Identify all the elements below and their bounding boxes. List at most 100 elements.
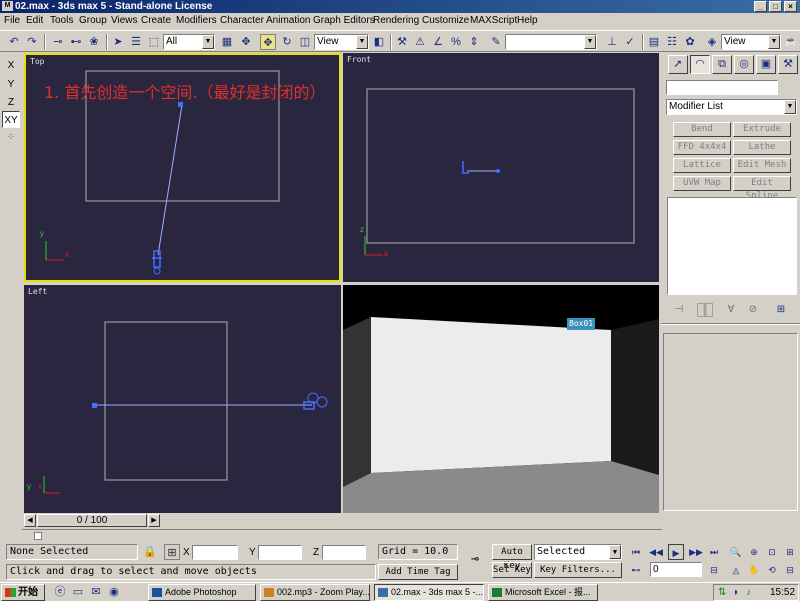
schematic-view-icon[interactable]: ☷ (664, 34, 680, 50)
window-crossing-icon[interactable]: ▦ (219, 34, 235, 50)
pan-icon[interactable]: ✋ (746, 562, 762, 578)
snaps-toggle-icon[interactable]: ⚠ (412, 34, 428, 50)
modifier-button-uvw-map[interactable]: UVW Map (673, 176, 731, 191)
maximize-viewport-icon[interactable]: ⊟ (782, 562, 798, 578)
bind-space-warp-icon[interactable]: ❀ (86, 34, 102, 50)
menu-animation[interactable]: Animation (266, 14, 310, 28)
menu-graph-editors[interactable]: Graph Editors (313, 14, 375, 28)
select-and-move-icon[interactable]: ✥ (238, 34, 254, 50)
key-icon[interactable]: ⊸ (461, 549, 489, 573)
select-and-move-active-icon[interactable]: ✥ (260, 34, 276, 50)
hierarchy-tab-icon[interactable]: ⧉ (712, 55, 732, 74)
close-button[interactable]: × (784, 1, 797, 12)
undo-icon[interactable]: ↶ (6, 34, 22, 50)
viewport-left[interactable]: Left y x (24, 285, 341, 513)
task-excel[interactable]: Microsoft Excel - 报... (488, 584, 598, 601)
track-bar-key[interactable] (34, 532, 42, 540)
start-button[interactable]: 开始 (1, 584, 45, 601)
modifier-button-lattice[interactable]: Lattice (673, 158, 731, 173)
task-zoom-player[interactable]: 002.mp3 - Zoom Play... (260, 584, 370, 601)
modifier-button-extrude[interactable]: Extrude (733, 122, 791, 137)
create-tab-icon[interactable]: ➚ (668, 55, 688, 74)
zoom-icon[interactable]: 🔍 (728, 544, 744, 560)
select-and-link-icon[interactable]: ⊸ (50, 34, 66, 50)
named-selection-sets-dropdown[interactable]: ▼ (505, 34, 597, 50)
3ds-max-icon[interactable]: M (2, 1, 13, 11)
configure-modifier-sets-icon[interactable]: ⊞ (773, 303, 789, 317)
axis-y-button[interactable]: Y (2, 76, 20, 93)
make-unique-icon[interactable]: ∀ (723, 303, 739, 317)
select-and-rotate-icon[interactable]: ↻ (279, 34, 295, 50)
time-slider-thumb[interactable]: 0 / 100 (37, 514, 147, 527)
media-player-icon[interactable]: ◉ (106, 584, 122, 600)
axis-z-button[interactable]: Z (2, 94, 20, 111)
go-to-end-icon[interactable]: ⏭ (706, 544, 722, 560)
render-scene-icon[interactable]: ◈ (704, 34, 720, 50)
utilities-tab-icon[interactable]: ⚒ (778, 55, 798, 74)
go-to-start-icon[interactable]: ⏮ (628, 544, 644, 560)
display-tab-icon[interactable]: ▣ (756, 55, 776, 74)
percent-snap-icon[interactable]: % (448, 34, 464, 50)
z-coordinate-field[interactable] (322, 545, 366, 560)
axis-x-button[interactable]: X (2, 57, 20, 74)
mirror-icon[interactable]: ⊥ (604, 34, 620, 50)
time-configuration-icon[interactable]: ⊟ (706, 562, 722, 578)
current-frame-field[interactable]: 0 (650, 562, 702, 577)
time-slider-next-icon[interactable]: ▶ (148, 514, 160, 527)
unlink-icon[interactable]: ⊷ (68, 34, 84, 50)
minimize-button[interactable]: _ (754, 1, 767, 12)
reference-coordinate-dropdown[interactable]: View ▼ (314, 34, 369, 50)
internet-explorer-icon[interactable]: ⓔ (52, 584, 68, 600)
modifier-button-lathe[interactable]: Lathe (733, 140, 791, 155)
select-and-scale-icon[interactable]: ◫ (297, 34, 313, 50)
menu-tools[interactable]: Tools (50, 14, 73, 28)
modifier-stack-list[interactable] (667, 197, 797, 295)
volume-icon[interactable]: ♪ (746, 585, 751, 600)
edit-named-selections-icon[interactable]: ✎ (488, 34, 504, 50)
menu-maxscript[interactable]: MAXScript (470, 14, 517, 28)
align-icon[interactable]: ✓ (622, 34, 638, 50)
network-icon[interactable]: ⇅ (718, 585, 726, 600)
track-view-icon[interactable]: ▤ (646, 34, 662, 50)
viewport-front[interactable]: Front z x (343, 53, 659, 282)
track-bar[interactable] (22, 529, 662, 541)
modifier-button-bend[interactable]: Bend (673, 122, 731, 137)
render-type-dropdown[interactable]: View ▼ (721, 34, 781, 50)
axis-xy-button[interactable]: XY (2, 111, 20, 128)
key-mode-dropdown[interactable]: Selected ▼ (534, 544, 622, 560)
absolute-relative-toggle-icon[interactable]: ⊞ (164, 544, 180, 560)
pivot-center-icon[interactable]: ◧ (371, 34, 387, 50)
previous-frame-icon[interactable]: ◀◀ (648, 544, 664, 560)
viewport-top[interactable]: Top 1. 首先创造一个空间.（最好是封闭的） y x (24, 53, 341, 282)
maximize-button[interactable]: □ (769, 1, 782, 12)
redo-icon[interactable]: ↷ (24, 34, 40, 50)
rectangular-selection-icon[interactable]: ⬚ (146, 34, 162, 50)
menu-character[interactable]: Character (220, 14, 264, 28)
show-desktop-icon[interactable]: ▭ (70, 584, 86, 600)
selection-filter-dropdown[interactable]: All ▼ (163, 34, 215, 50)
quick-render-icon[interactable]: ☕ (783, 34, 799, 50)
input-method-icon[interactable]: ◑ (732, 585, 738, 600)
task-photoshop[interactable]: Adobe Photoshop (148, 584, 256, 601)
pin-stack-icon[interactable]: ⊣ (671, 303, 687, 317)
show-end-result-icon[interactable]: ║ (697, 303, 713, 317)
time-slider-prev-icon[interactable]: ◀ (24, 514, 36, 527)
modifier-button-edit-spline[interactable]: Edit Spline (733, 176, 791, 201)
zoom-extents-icon[interactable]: ⊡ (764, 544, 780, 560)
menu-modifiers[interactable]: Modifiers (176, 14, 217, 28)
play-icon[interactable]: ▶ (668, 544, 684, 560)
key-filters-button[interactable]: Key Filters... (534, 562, 622, 578)
arc-rotate-icon[interactable]: ⟲ (764, 562, 780, 578)
menu-views[interactable]: Views (111, 14, 138, 28)
field-of-view-icon[interactable]: ◬ (728, 562, 744, 578)
zoom-all-icon[interactable]: ⊕ (746, 544, 762, 560)
remove-modifier-icon[interactable]: ⊘ (745, 303, 761, 317)
task-3ds-max[interactable]: 02.max - 3ds max 5 -... (374, 584, 484, 601)
angle-snap-icon[interactable]: ∠ (430, 34, 446, 50)
x-coordinate-field[interactable] (192, 545, 238, 560)
menu-edit[interactable]: Edit (26, 14, 43, 28)
lock-selection-icon[interactable]: 🔒 (142, 544, 158, 560)
zoom-extents-all-icon[interactable]: ⊞ (782, 544, 798, 560)
menu-file[interactable]: File (4, 14, 20, 28)
next-frame-icon[interactable]: ▶▶ (688, 544, 704, 560)
